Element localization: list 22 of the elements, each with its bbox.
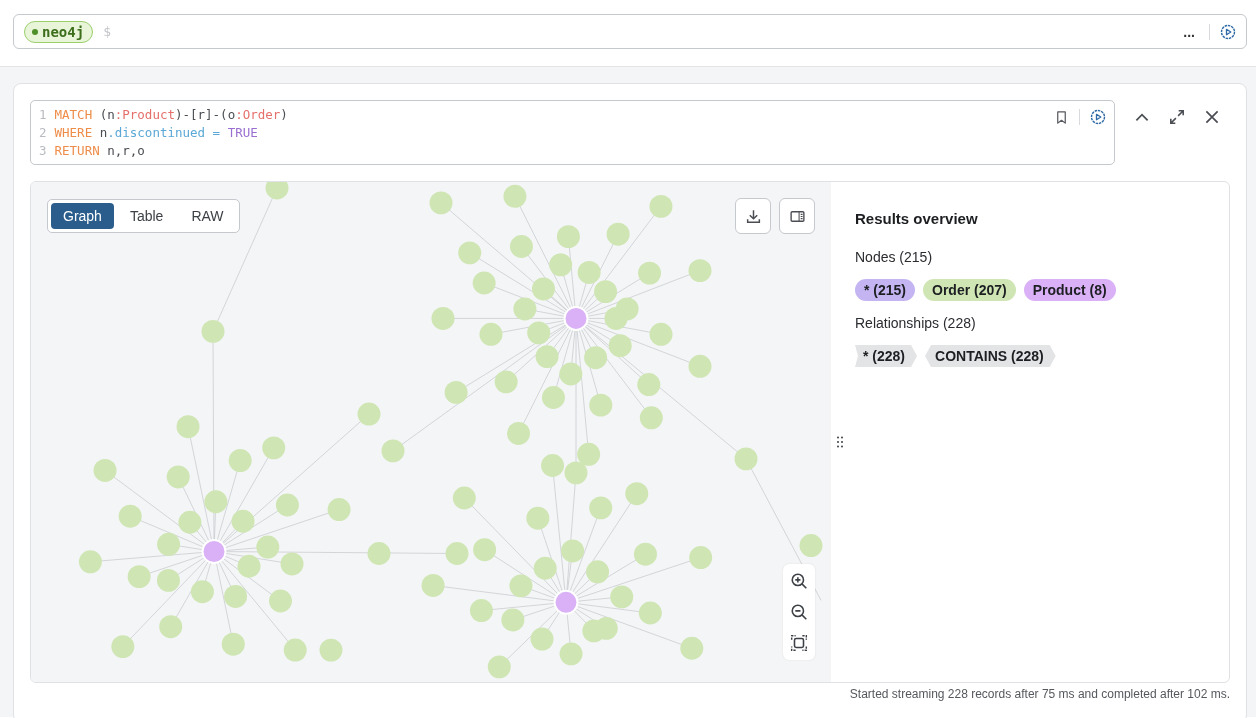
- line-number: 3: [39, 142, 47, 160]
- view-tab[interactable]: Graph: [51, 203, 114, 229]
- relationship-type-chip[interactable]: * (228): [855, 345, 918, 367]
- code-line: MATCH (n:Product)-[r]-(o:Order): [54, 106, 288, 124]
- database-badge[interactable]: neo4j: [24, 20, 94, 43]
- relationships-heading: Relationships (228): [855, 315, 977, 331]
- node-label-chip[interactable]: * (215): [855, 279, 916, 301]
- more-button[interactable]: ...: [1179, 23, 1199, 40]
- code-line: RETURN n,r,o: [54, 142, 145, 160]
- status-text: Started streaming 228 records after 75 ms and completed after 102 ms.: [848, 687, 1230, 701]
- code-line: WHERE n.discontinued = TRUE: [54, 124, 258, 142]
- node-label-chip[interactable]: Order (207): [923, 279, 1016, 301]
- view-tab[interactable]: RAW: [179, 203, 236, 229]
- prompt-sign: $: [103, 24, 111, 39]
- query-editor[interactable]: 1 MATCH (n:Product)-[r]-(o:Order) 2 WHERE n.discontinued = TRUE 3 RETURN n,r,o: [30, 100, 1115, 165]
- node-label-chip[interactable]: Product (8): [1023, 279, 1116, 301]
- line-number: 2: [39, 124, 47, 142]
- view-tab[interactable]: Table: [117, 203, 176, 229]
- overview-title: Results overview: [855, 210, 979, 227]
- relationship-type-chip[interactable]: CONTAINS (228): [925, 345, 1056, 367]
- nodes-heading: Nodes (215): [855, 249, 934, 265]
- line-number: 1: [39, 106, 47, 124]
